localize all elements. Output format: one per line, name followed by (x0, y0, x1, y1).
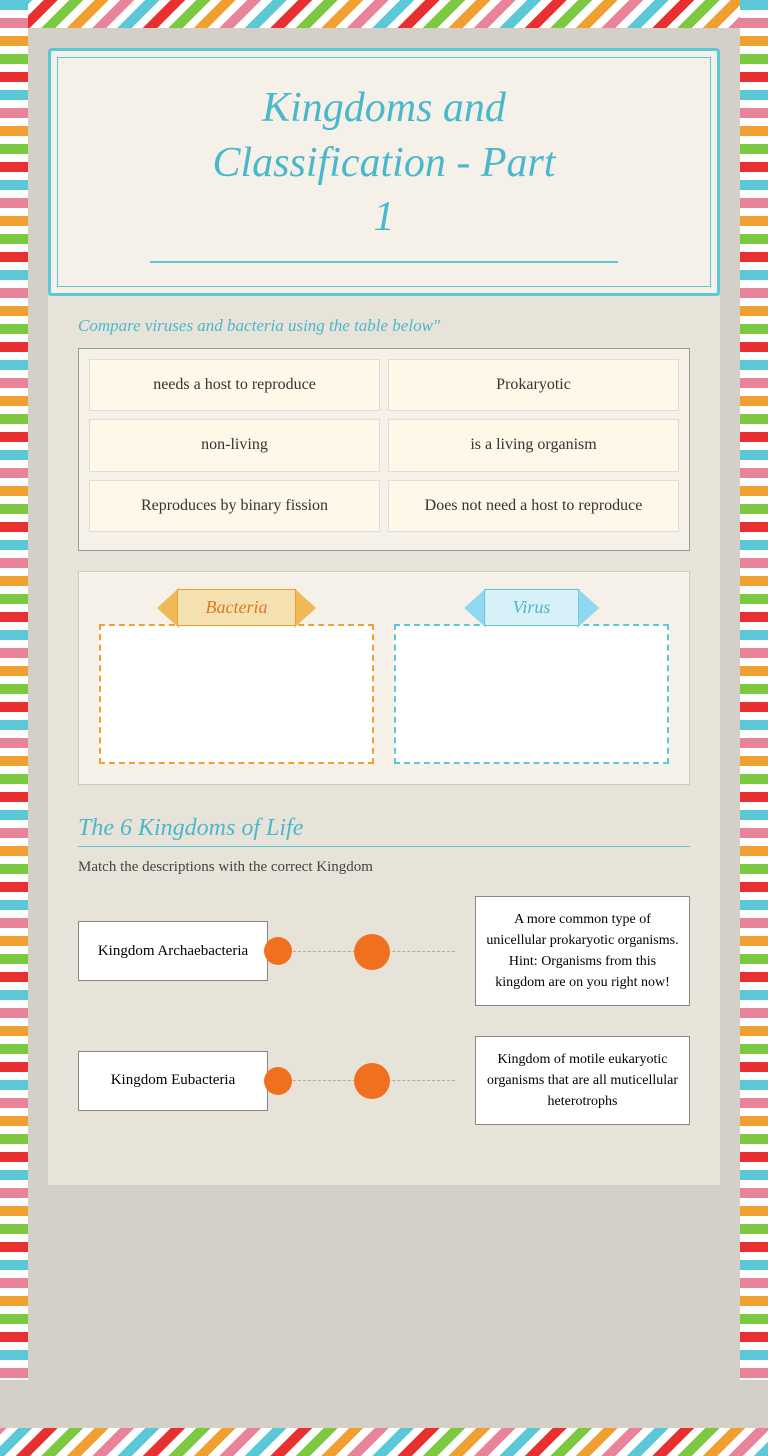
kingdoms-title: The 6 Kingdoms of Life (78, 815, 690, 842)
description-box-1[interactable]: A more common type of unicellular prokar… (475, 896, 690, 1006)
kingdoms-divider (78, 846, 690, 848)
matching-row-2: Kingdom Eubacteria Kingdom of motile euk… (78, 1036, 690, 1125)
compare-row-2: non-living is a living organism (89, 419, 679, 471)
compare-table: needs a host to reproduce Prokaryotic no… (78, 348, 690, 551)
compare-section-title: Compare viruses and bacteria using the t… (78, 316, 690, 336)
connector-dot-left-2 (264, 1067, 292, 1095)
virus-drop-zone[interactable] (394, 624, 669, 764)
compare-section: Compare viruses and bacteria using the t… (78, 316, 690, 551)
compare-cell-2-2[interactable]: is a living organism (388, 419, 679, 471)
header-section: Kingdoms and Classification - Part 1 (48, 48, 720, 296)
compare-cell-3-1[interactable]: Reproduces by binary fission (89, 480, 380, 532)
compare-cell-3-2[interactable]: Does not need a host to reproduce (388, 480, 679, 532)
kingdom-box-eubacteria[interactable]: Kingdom Eubacteria (78, 1051, 268, 1111)
matching-row-1: Kingdom Archaebacteria A more common typ… (78, 896, 690, 1006)
compare-row-1: needs a host to reproduce Prokaryotic (89, 359, 679, 411)
body-section: Compare viruses and bacteria using the t… (48, 296, 720, 1186)
page-title: Kingdoms and Classification - Part 1 (91, 81, 677, 245)
kingdoms-subtitle: Match the descriptions with the correct … (78, 859, 690, 876)
compare-cell-1-1[interactable]: needs a host to reproduce (89, 359, 380, 411)
kingdoms-section: The 6 Kingdoms of Life Match the descrip… (78, 815, 690, 1126)
left-border (0, 0, 28, 1380)
virus-label: Virus (513, 597, 551, 617)
compare-cell-1-2[interactable]: Prokaryotic (388, 359, 679, 411)
top-border (0, 0, 768, 28)
bottom-border (0, 1428, 768, 1456)
description-box-2[interactable]: Kingdom of motile eukaryotic organisms t… (475, 1036, 690, 1125)
bacteria-drop-zone[interactable] (99, 624, 374, 764)
compare-row-3: Reproduces by binary fission Does not ne… (89, 480, 679, 532)
header-underline (150, 261, 619, 263)
connector-dot-left-1 (264, 937, 292, 965)
center-dot-2 (354, 1063, 390, 1099)
center-dot-1 (354, 934, 390, 970)
kingdom-box-archaebacteria[interactable]: Kingdom Archaebacteria (78, 921, 268, 981)
matching-section: Kingdom Archaebacteria A more common typ… (78, 896, 690, 1125)
compare-cell-2-1[interactable]: non-living (89, 419, 380, 471)
right-border (740, 0, 768, 1380)
bacteria-label: Bacteria (206, 597, 268, 617)
drag-drop-section: Bacteria Virus (78, 571, 690, 785)
